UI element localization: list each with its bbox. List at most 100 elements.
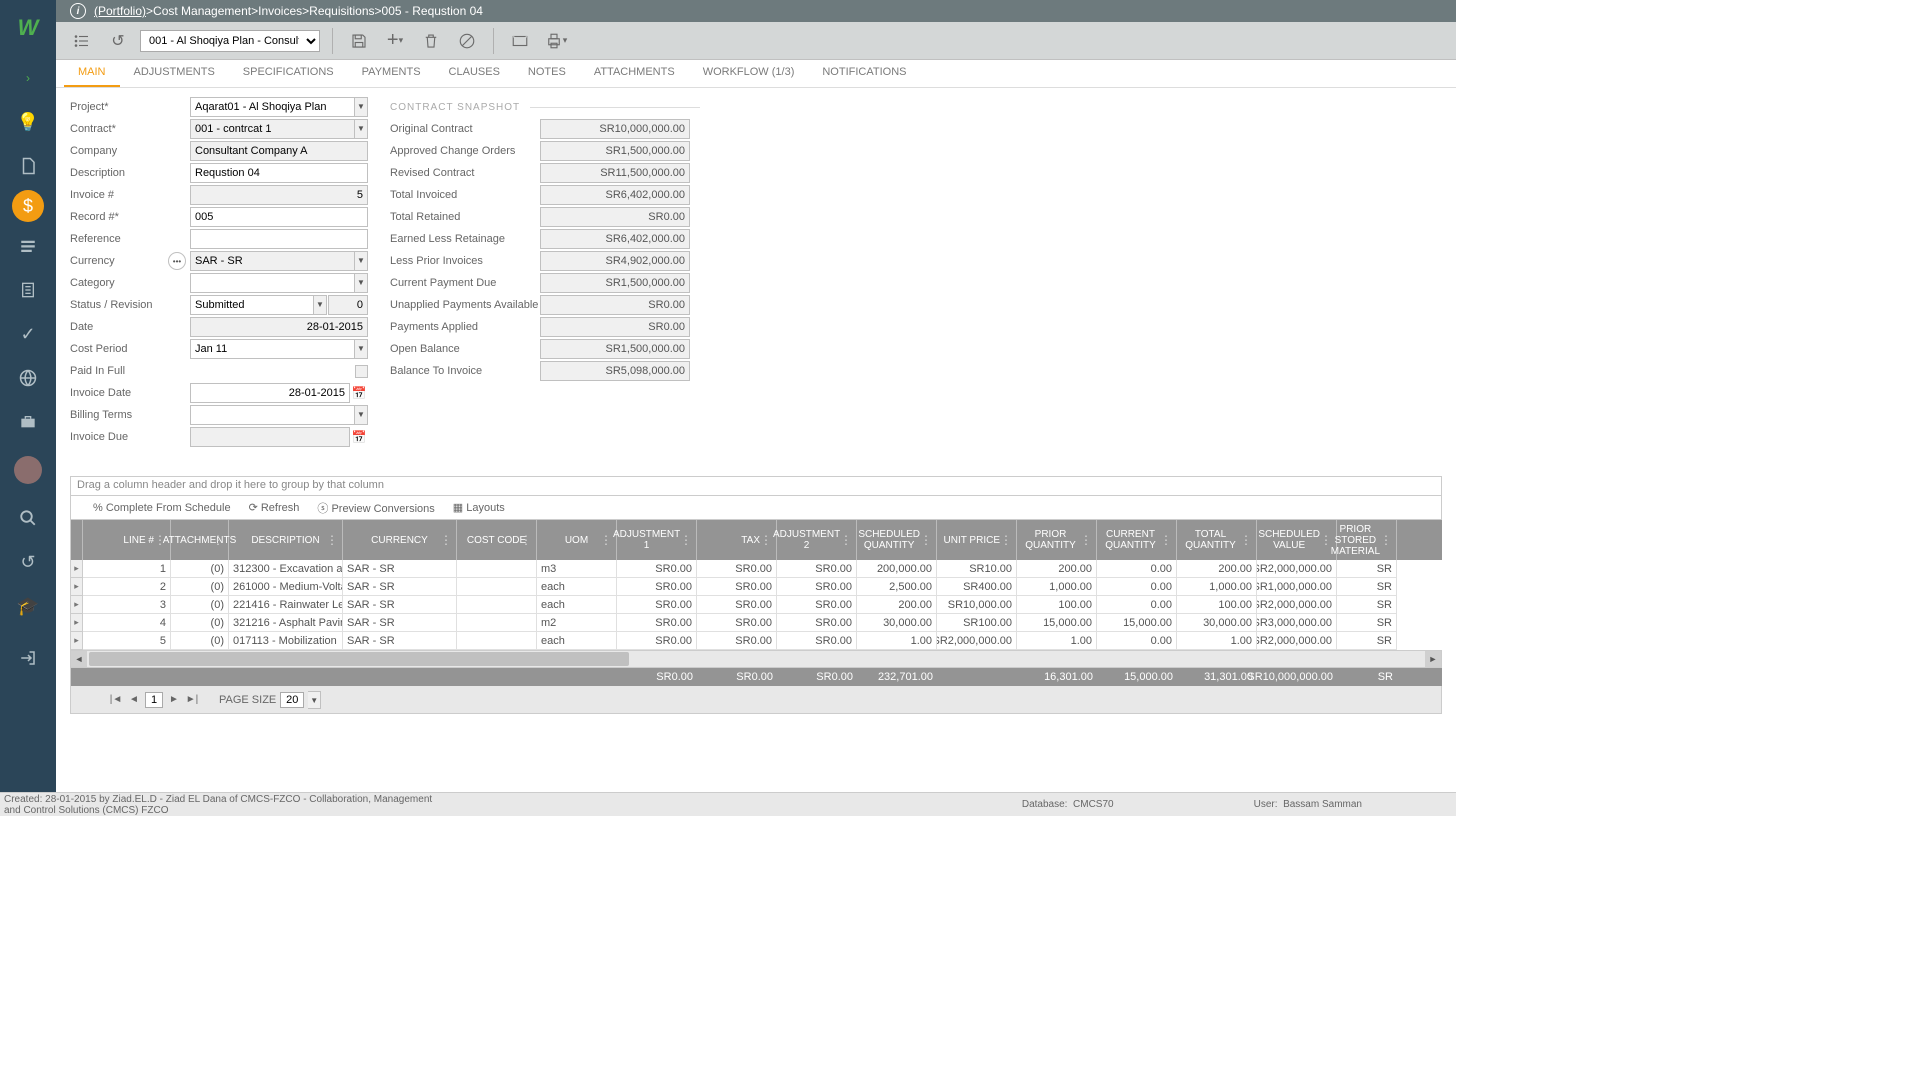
column-header[interactable]: UOM⋮ xyxy=(537,520,617,560)
table-row[interactable]: ▸5(0)017113 - MobilizationSAR - SReachSR… xyxy=(70,632,1442,650)
tab-main[interactable]: MAIN xyxy=(64,60,120,87)
tab-clauses[interactable]: CLAUSES xyxy=(435,60,514,87)
calendar-icon[interactable]: 📅 xyxy=(350,427,368,447)
dropdown-icon[interactable]: ▼ xyxy=(355,339,368,359)
tab-attachments[interactable]: ATTACHMENTS xyxy=(580,60,689,87)
column-header[interactable]: ATTACHMENTS⋮ xyxy=(171,520,229,560)
description-field[interactable] xyxy=(190,163,368,183)
group-by-hint[interactable]: Drag a column header and drop it here to… xyxy=(70,476,1442,496)
dropdown-icon[interactable]: ▼ xyxy=(355,119,368,139)
column-header[interactable]: DESCRIPTION⋮ xyxy=(229,520,343,560)
column-header[interactable]: COST CODE⋮ xyxy=(457,520,537,560)
refresh-button[interactable]: ⟳ Refresh xyxy=(249,501,300,514)
save-icon[interactable] xyxy=(345,27,373,55)
pager-prev-icon[interactable]: ◄ xyxy=(127,693,141,707)
tab-workflow-[interactable]: WORKFLOW (1/3) xyxy=(689,60,809,87)
tab-adjustments[interactable]: ADJUSTMENTS xyxy=(120,60,229,87)
currency-field[interactable] xyxy=(190,251,355,271)
nav-search-icon[interactable] xyxy=(8,498,48,538)
breadcrumb-item[interactable]: Invoices xyxy=(258,4,302,18)
complete-from-schedule-button[interactable]: % Complete From Schedule xyxy=(93,502,231,514)
info-icon[interactable]: i xyxy=(70,3,86,19)
breadcrumb-item[interactable]: Requisitions xyxy=(309,4,374,18)
paid-in-full-checkbox[interactable] xyxy=(355,365,368,378)
column-header[interactable]: CURRENT QUANTITY⋮ xyxy=(1097,520,1177,560)
table-row[interactable]: ▸1(0)312300 - Excavation andSAR - SRm3SR… xyxy=(70,560,1442,578)
date-field[interactable] xyxy=(190,317,368,337)
column-header[interactable]: SCHEDULED QUANTITY⋮ xyxy=(857,520,937,560)
column-header[interactable]: PRIOR STORED MATERIAL⋮ xyxy=(1337,520,1397,560)
nav-globe-icon[interactable] xyxy=(8,358,48,398)
delete-icon[interactable] xyxy=(417,27,445,55)
pager-next-icon[interactable]: ► xyxy=(167,693,181,707)
tab-payments[interactable]: PAYMENTS xyxy=(348,60,435,87)
nav-expand-icon[interactable]: › xyxy=(8,58,48,98)
column-header[interactable]: UNIT PRICE⋮ xyxy=(937,520,1017,560)
tab-specifications[interactable]: SPECIFICATIONS xyxy=(229,60,348,87)
column-header[interactable]: TAX⋮ xyxy=(697,520,777,560)
dropdown-icon[interactable]: ▼ xyxy=(308,691,321,709)
column-header[interactable]: SCHEDULED VALUE⋮ xyxy=(1257,520,1337,560)
nav-cost-icon[interactable]: $ xyxy=(12,190,44,222)
breadcrumb-item[interactable]: Cost Management xyxy=(153,4,251,18)
column-header[interactable]: LINE #⋮ xyxy=(83,520,171,560)
dropdown-icon[interactable]: ▼ xyxy=(355,97,368,117)
pager-first-icon[interactable]: |◄ xyxy=(109,693,123,707)
dropdown-icon[interactable]: ▼ xyxy=(355,405,368,425)
user-avatar[interactable] xyxy=(14,456,42,484)
horizontal-scrollbar[interactable]: ◄ ► xyxy=(70,650,1442,668)
column-header[interactable]: CURRENCY⋮ xyxy=(343,520,457,560)
preview-conversions-button[interactable]: ⓢ Preview Conversions xyxy=(317,500,434,516)
nav-logout-icon[interactable] xyxy=(8,638,48,678)
contract-field[interactable] xyxy=(190,119,355,139)
nav-calc-icon[interactable] xyxy=(8,270,48,310)
nav-history-icon[interactable]: ↺ xyxy=(8,542,48,582)
invoice-due-field[interactable] xyxy=(190,427,350,447)
nav-check-icon[interactable]: ✓ xyxy=(8,314,48,354)
print-icon[interactable]: ▾ xyxy=(542,27,570,55)
column-header[interactable]: TOTAL QUANTITY⋮ xyxy=(1177,520,1257,560)
nav-list-icon[interactable] xyxy=(8,226,48,266)
record-no-field[interactable] xyxy=(190,207,368,227)
table-row[interactable]: ▸4(0)321216 - Asphalt PavingSAR - SRm2SR… xyxy=(70,614,1442,632)
currency-more-icon[interactable]: ••• xyxy=(168,252,186,270)
table-row[interactable]: ▸3(0)221416 - Rainwater LeadeSAR - SReac… xyxy=(70,596,1442,614)
toolbar-history-icon[interactable]: ↺ xyxy=(104,27,132,55)
nav-grad-icon[interactable]: 🎓 xyxy=(8,586,48,626)
expand-icon[interactable]: ▸ xyxy=(71,614,83,632)
column-header[interactable]: ADJUSTMENT 1⋮ xyxy=(617,520,697,560)
scroll-thumb[interactable] xyxy=(89,652,629,666)
add-icon[interactable]: +▾ xyxy=(381,27,409,55)
nav-doc-icon[interactable] xyxy=(8,146,48,186)
calendar-icon[interactable]: 📅 xyxy=(350,383,368,403)
dropdown-icon[interactable]: ▼ xyxy=(355,251,368,271)
invoice-date-field[interactable] xyxy=(190,383,350,403)
page-size-field[interactable] xyxy=(280,692,304,708)
expand-icon[interactable]: ▸ xyxy=(71,560,83,578)
scroll-left-icon[interactable]: ◄ xyxy=(71,651,87,667)
pager-last-icon[interactable]: ►| xyxy=(185,693,199,707)
scroll-right-icon[interactable]: ► xyxy=(1425,651,1441,667)
mail-icon[interactable] xyxy=(506,27,534,55)
table-row[interactable]: ▸2(0)261000 - Medium-VoltageSAR - SReach… xyxy=(70,578,1442,596)
column-header[interactable]: ADJUSTMENT 2⋮ xyxy=(777,520,857,560)
pager-current-page[interactable] xyxy=(145,692,163,708)
column-header[interactable]: PRIOR QUANTITY⋮ xyxy=(1017,520,1097,560)
nav-briefcase-icon[interactable] xyxy=(8,402,48,442)
cost-period-field[interactable] xyxy=(190,339,355,359)
dropdown-icon[interactable]: ▼ xyxy=(355,273,368,293)
tab-notifications[interactable]: NOTIFICATIONS xyxy=(808,60,920,87)
project-field[interactable] xyxy=(190,97,355,117)
expand-icon[interactable]: ▸ xyxy=(71,578,83,596)
status-field[interactable] xyxy=(190,295,314,315)
tab-notes[interactable]: NOTES xyxy=(514,60,580,87)
layouts-button[interactable]: ▦ Layouts xyxy=(453,501,505,514)
category-field[interactable] xyxy=(190,273,355,293)
billing-terms-field[interactable] xyxy=(190,405,355,425)
breadcrumb-portfolio[interactable]: (Portfolio) xyxy=(94,4,146,18)
expand-icon[interactable]: ▸ xyxy=(71,632,83,650)
company-field[interactable] xyxy=(190,141,368,161)
toolbar-record-select[interactable]: 001 - Al Shoqiya Plan - Consultant C xyxy=(140,30,320,52)
invoice-no-field[interactable] xyxy=(190,185,368,205)
toolbar-list-icon[interactable] xyxy=(68,27,96,55)
